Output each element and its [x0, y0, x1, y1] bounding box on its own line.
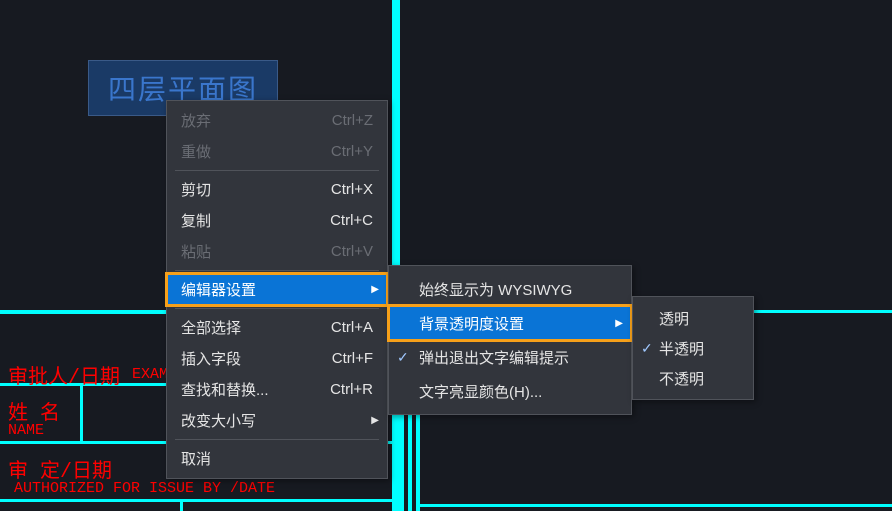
- menu-item-cut[interactable]: 剪切 Ctrl+X: [167, 174, 387, 205]
- menu-item-copy[interactable]: 复制 Ctrl+C: [167, 205, 387, 236]
- drawing-line: [392, 0, 400, 511]
- menu-item-bg-opacity[interactable]: 背景透明度设置 ▶: [389, 306, 631, 340]
- drawing-line: [417, 504, 892, 507]
- chevron-right-icon: ▶: [371, 415, 379, 426]
- submenu-editor-settings: 始终显示为 WYSIWYG 背景透明度设置 ▶ ✓ 弹出退出文字编辑提示 文字亮…: [388, 265, 632, 415]
- menu-item-editor-settings[interactable]: 编辑器设置 ▶: [167, 274, 387, 305]
- menu-label: 编辑器设置: [181, 279, 373, 300]
- cad-drawing-canvas: 四层平面图 审批人/日期 EXAM 姓 名 NAME 审 定/日期 AUTHOR…: [0, 0, 892, 511]
- menu-shortcut: Ctrl+R: [330, 381, 373, 398]
- menu-shortcut: Ctrl+F: [332, 350, 373, 367]
- menu-item-insert-field[interactable]: 插入字段 Ctrl+F: [167, 343, 387, 374]
- title-block-approver-en: EXAM: [132, 366, 168, 383]
- check-icon: ✓: [641, 340, 653, 357]
- menu-shortcut: Ctrl+Y: [331, 143, 373, 160]
- menu-separator: [175, 270, 379, 271]
- menu-item-highlight-color[interactable]: 文字亮显颜色(H)...: [389, 374, 631, 408]
- menu-shortcut: Ctrl+X: [331, 181, 373, 198]
- menu-shortcut: Ctrl+Z: [332, 112, 373, 129]
- menu-label: 重做: [181, 141, 311, 162]
- menu-item-undo[interactable]: 放弃 Ctrl+Z: [167, 105, 387, 136]
- menu-separator: [175, 308, 379, 309]
- menu-label: 剪切: [181, 179, 311, 200]
- menu-label: 全部选择: [181, 317, 311, 338]
- menu-label: 取消: [181, 448, 373, 469]
- menu-item-redo[interactable]: 重做 Ctrl+Y: [167, 136, 387, 167]
- menu-label: 放弃: [181, 110, 312, 131]
- menu-item-find-replace[interactable]: 查找和替换... Ctrl+R: [167, 374, 387, 405]
- menu-label: 始终显示为 WYSIWYG: [419, 279, 617, 300]
- menu-label: 透明: [659, 308, 739, 329]
- menu-label: 背景透明度设置: [419, 313, 617, 334]
- menu-label: 粘贴: [181, 241, 311, 262]
- menu-shortcut: Ctrl+A: [331, 319, 373, 336]
- menu-label: 查找和替换...: [181, 379, 310, 400]
- menu-label: 改变大小写: [181, 410, 373, 431]
- menu-shortcut: Ctrl+V: [331, 243, 373, 260]
- menu-label: 插入字段: [181, 348, 312, 369]
- menu-item-cancel[interactable]: 取消: [167, 443, 387, 474]
- menu-label: 弹出退出文字编辑提示: [419, 347, 617, 368]
- menu-item-select-all[interactable]: 全部选择 Ctrl+A: [167, 312, 387, 343]
- context-menu: 放弃 Ctrl+Z 重做 Ctrl+Y 剪切 Ctrl+X 复制 Ctrl+C …: [166, 100, 388, 479]
- menu-item-exit-prompt[interactable]: ✓ 弹出退出文字编辑提示: [389, 340, 631, 374]
- title-block-name-en: NAME: [8, 422, 44, 439]
- menu-item-opaque[interactable]: 不透明: [633, 363, 753, 393]
- menu-separator: [175, 439, 379, 440]
- menu-item-semi-transparent[interactable]: ✓ 半透明: [633, 333, 753, 363]
- chevron-right-icon: ▶: [371, 284, 379, 295]
- submenu-bg-opacity: 透明 ✓ 半透明 不透明: [632, 296, 754, 400]
- menu-label: 不透明: [659, 368, 739, 389]
- menu-shortcut: Ctrl+C: [330, 212, 373, 229]
- menu-label: 半透明: [659, 338, 739, 359]
- menu-item-transparent[interactable]: 透明: [633, 303, 753, 333]
- menu-item-paste[interactable]: 粘贴 Ctrl+V: [167, 236, 387, 267]
- menu-separator: [175, 170, 379, 171]
- menu-item-wysiwyg[interactable]: 始终显示为 WYSIWYG: [389, 272, 631, 306]
- menu-label: 文字亮显颜色(H)...: [419, 381, 617, 402]
- chevron-right-icon: ▶: [615, 318, 623, 329]
- check-icon: ✓: [397, 349, 409, 366]
- menu-item-change-case[interactable]: 改变大小写 ▶: [167, 405, 387, 436]
- title-block-authorized-en: AUTHORIZED FOR ISSUE BY /DATE: [14, 480, 275, 497]
- menu-label: 复制: [181, 210, 310, 231]
